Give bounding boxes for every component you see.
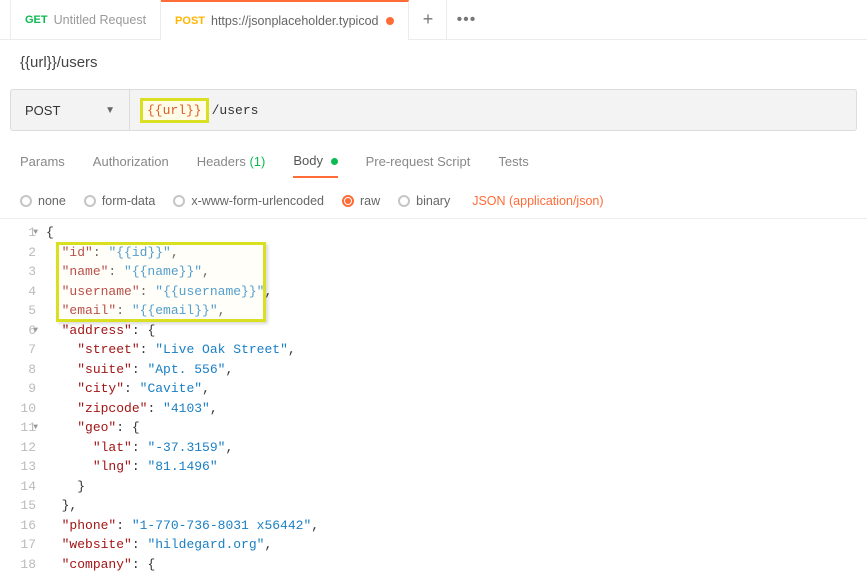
code-line: "phone": "1-770-736-8031 x56442",: [46, 516, 867, 536]
title-bar: {{url}}/users: [0, 40, 867, 89]
code-line: "email": "{{email}}",: [46, 301, 867, 321]
fold-marker-icon[interactable]: ▼: [33, 227, 38, 239]
code-area[interactable]: { "id": "{{id}}", "name": "{{name}}", "u…: [46, 223, 867, 574]
tab-params[interactable]: Params: [20, 154, 65, 177]
tab-body-label: Body: [293, 153, 323, 168]
radio-urlencoded[interactable]: x-www-form-urlencoded: [173, 194, 324, 208]
tab-method: POST: [175, 15, 205, 27]
radio-label: raw: [360, 194, 380, 208]
radio-none[interactable]: none: [20, 194, 66, 208]
code-line: }: [46, 477, 867, 497]
request-name[interactable]: {{url}}/users: [20, 54, 847, 71]
body-indicator-dot-icon: [331, 158, 338, 165]
url-rest: /users: [212, 103, 259, 118]
line-gutter: 1▼23456▼7891011▼12131415161718: [10, 223, 46, 574]
radio-label: binary: [416, 194, 450, 208]
plus-icon: +: [423, 9, 434, 30]
tab-title: https://jsonplaceholder.typicod: [211, 14, 378, 28]
headers-count: (1): [249, 154, 265, 169]
code-line: "suite": "Apt. 556",: [46, 360, 867, 380]
code-line: "id": "{{id}}",: [46, 243, 867, 263]
code-line: "website": "hildegard.org",: [46, 535, 867, 555]
radio-label: x-www-form-urlencoded: [191, 194, 324, 208]
code-line: {: [46, 223, 867, 243]
code-line: "name": "{{name}}",: [46, 262, 867, 282]
code-line: "lat": "-37.3159",: [46, 438, 867, 458]
radio-icon: [20, 195, 32, 207]
radio-icon: [398, 195, 410, 207]
code-line: "city": "Cavite",: [46, 379, 867, 399]
radio-formdata[interactable]: form-data: [84, 194, 156, 208]
code-line: "geo": {: [46, 418, 867, 438]
chevron-down-icon: ▼: [105, 105, 115, 116]
fold-marker-icon[interactable]: ▼: [33, 422, 38, 434]
radio-label: none: [38, 194, 66, 208]
code-line: "company": {: [46, 555, 867, 574]
body-type-row: none form-data x-www-form-urlencoded raw…: [0, 188, 867, 219]
radio-icon: [84, 195, 96, 207]
url-variable-text: {{url}}: [147, 103, 202, 118]
code-line: "address": {: [46, 321, 867, 341]
tabs-row: GET Untitled Request POST https://jsonpl…: [0, 0, 867, 40]
content-type-select[interactable]: JSON (application/json): [472, 194, 603, 208]
code-line: "username": "{{username}}",: [46, 282, 867, 302]
unsaved-dot-icon: [386, 17, 394, 25]
tab-headers-label: Headers: [197, 154, 246, 169]
tab-tests[interactable]: Tests: [498, 154, 528, 177]
code-line: "street": "Live Oak Street",: [46, 340, 867, 360]
request-subtabs: Params Authorization Headers (1) Body Pr…: [0, 131, 867, 188]
method-select-label: POST: [25, 103, 60, 118]
radio-label: form-data: [102, 194, 156, 208]
tab-headers[interactable]: Headers (1): [197, 154, 266, 177]
fold-marker-icon[interactable]: ▼: [33, 325, 38, 337]
more-tabs-button[interactable]: •••: [447, 0, 485, 40]
radio-binary[interactable]: binary: [398, 194, 450, 208]
url-input[interactable]: {{url}} /users: [130, 89, 857, 131]
tab-title: Untitled Request: [54, 13, 146, 27]
radio-icon: [173, 195, 185, 207]
body-editor[interactable]: 1▼23456▼7891011▼12131415161718 { "id": "…: [0, 219, 867, 574]
radio-raw[interactable]: raw: [342, 194, 380, 208]
code-line: "lng": "81.1496": [46, 457, 867, 477]
tab-authorization[interactable]: Authorization: [93, 154, 169, 177]
code-line: "zipcode": "4103",: [46, 399, 867, 419]
more-icon: •••: [457, 11, 477, 29]
tab-method: GET: [25, 14, 48, 26]
tab-body[interactable]: Body: [293, 153, 337, 178]
radio-icon: [342, 195, 354, 207]
new-tab-button[interactable]: +: [409, 0, 447, 40]
tab-post-jsonplaceholder[interactable]: POST https://jsonplaceholder.typicod: [161, 0, 409, 40]
method-url-row: POST ▼ {{url}} /users: [0, 89, 867, 131]
tab-prerequest[interactable]: Pre-request Script: [366, 154, 471, 177]
url-variable-highlight: {{url}}: [140, 98, 209, 123]
tab-get-untitled[interactable]: GET Untitled Request: [10, 0, 161, 40]
method-select[interactable]: POST ▼: [10, 89, 130, 131]
